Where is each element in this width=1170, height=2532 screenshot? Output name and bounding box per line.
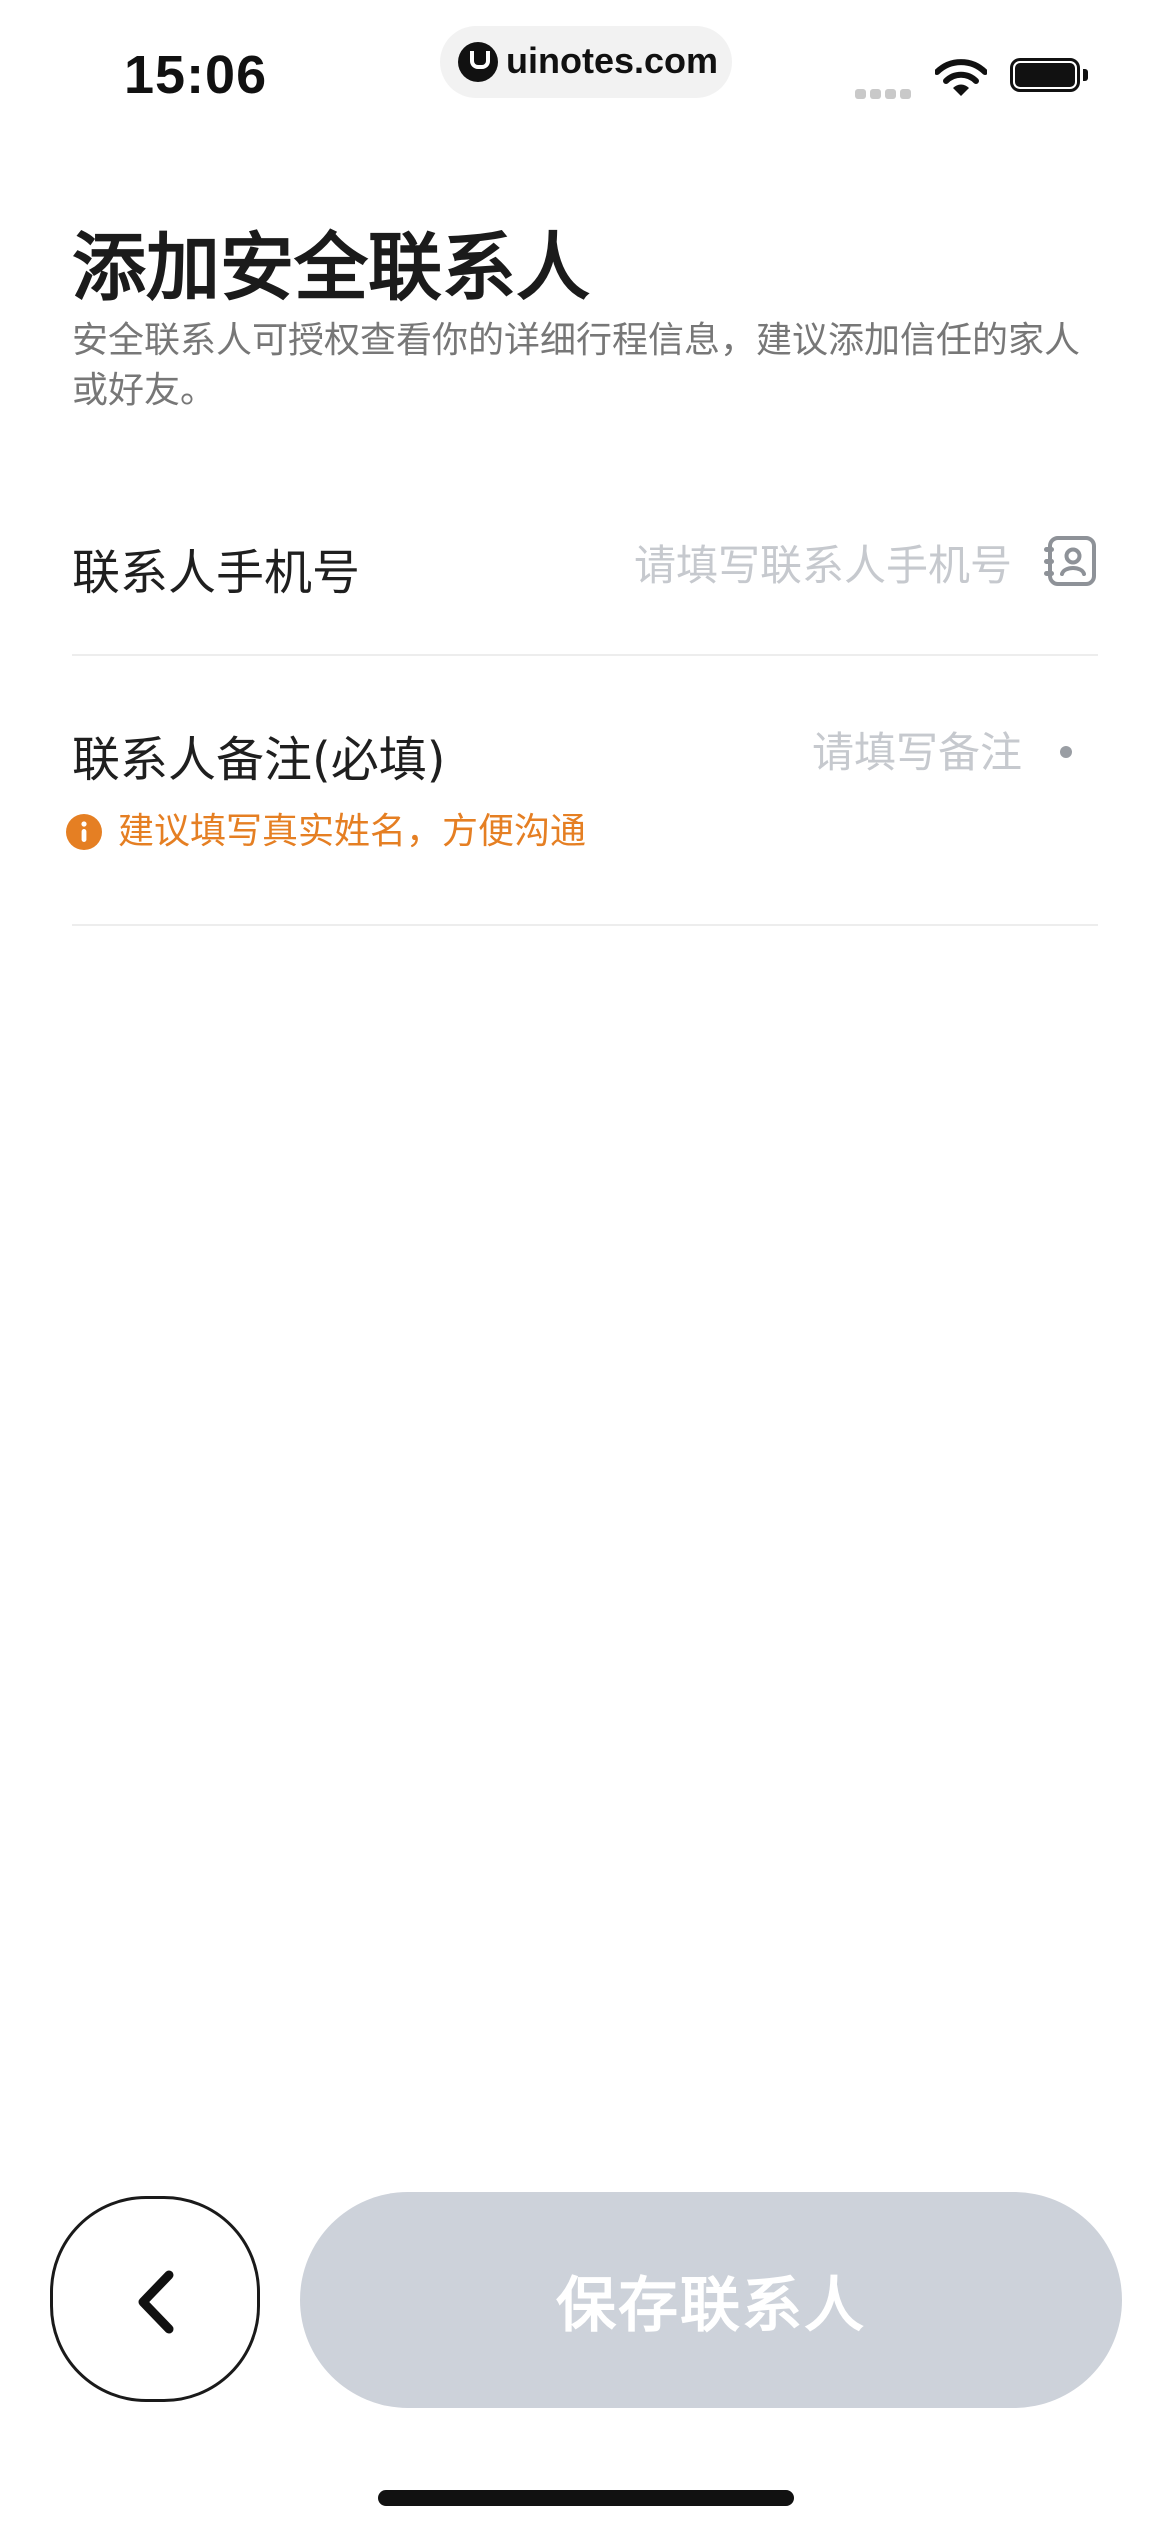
info-icon xyxy=(66,814,102,850)
divider xyxy=(72,654,1098,656)
url-text: uinotes.com xyxy=(506,40,719,81)
divider xyxy=(72,924,1098,926)
wifi-icon xyxy=(935,59,987,96)
battery-icon xyxy=(1010,58,1090,96)
contacts-icon[interactable] xyxy=(1042,533,1098,589)
note-input[interactable] xyxy=(722,722,1022,782)
note-row: 联系人备注(必填) 建议填写真实姓名，方便沟通 xyxy=(66,690,1098,890)
page-title: 添加安全联系人 xyxy=(72,225,590,311)
required-dot xyxy=(1060,746,1072,758)
url-pill[interactable]: uinotes.com xyxy=(440,26,732,98)
site-logo-icon xyxy=(458,42,498,82)
back-button[interactable] xyxy=(50,2196,260,2402)
hint-text: 建议填写真实姓名，方便沟通 xyxy=(118,811,587,852)
status-bar: 15:06 uinotes.com xyxy=(0,0,1170,150)
phone-row: 联系人手机号 xyxy=(72,505,1098,655)
home-indicator xyxy=(378,2490,794,2506)
phone-label: 联系人手机号 xyxy=(72,545,361,601)
status-time: 15:06 xyxy=(124,45,268,105)
phone-input[interactable] xyxy=(592,535,1012,595)
save-contact-button[interactable]: 保存联系人 xyxy=(300,2192,1122,2408)
note-label: 联系人备注(必填) xyxy=(72,732,446,788)
page-subtitle: 安全联系人可授权查看你的详细行程信息，建议添加信任的家人或好友。 xyxy=(72,320,1081,411)
chevron-left-icon xyxy=(138,2270,174,2334)
signal-icon xyxy=(855,84,917,99)
